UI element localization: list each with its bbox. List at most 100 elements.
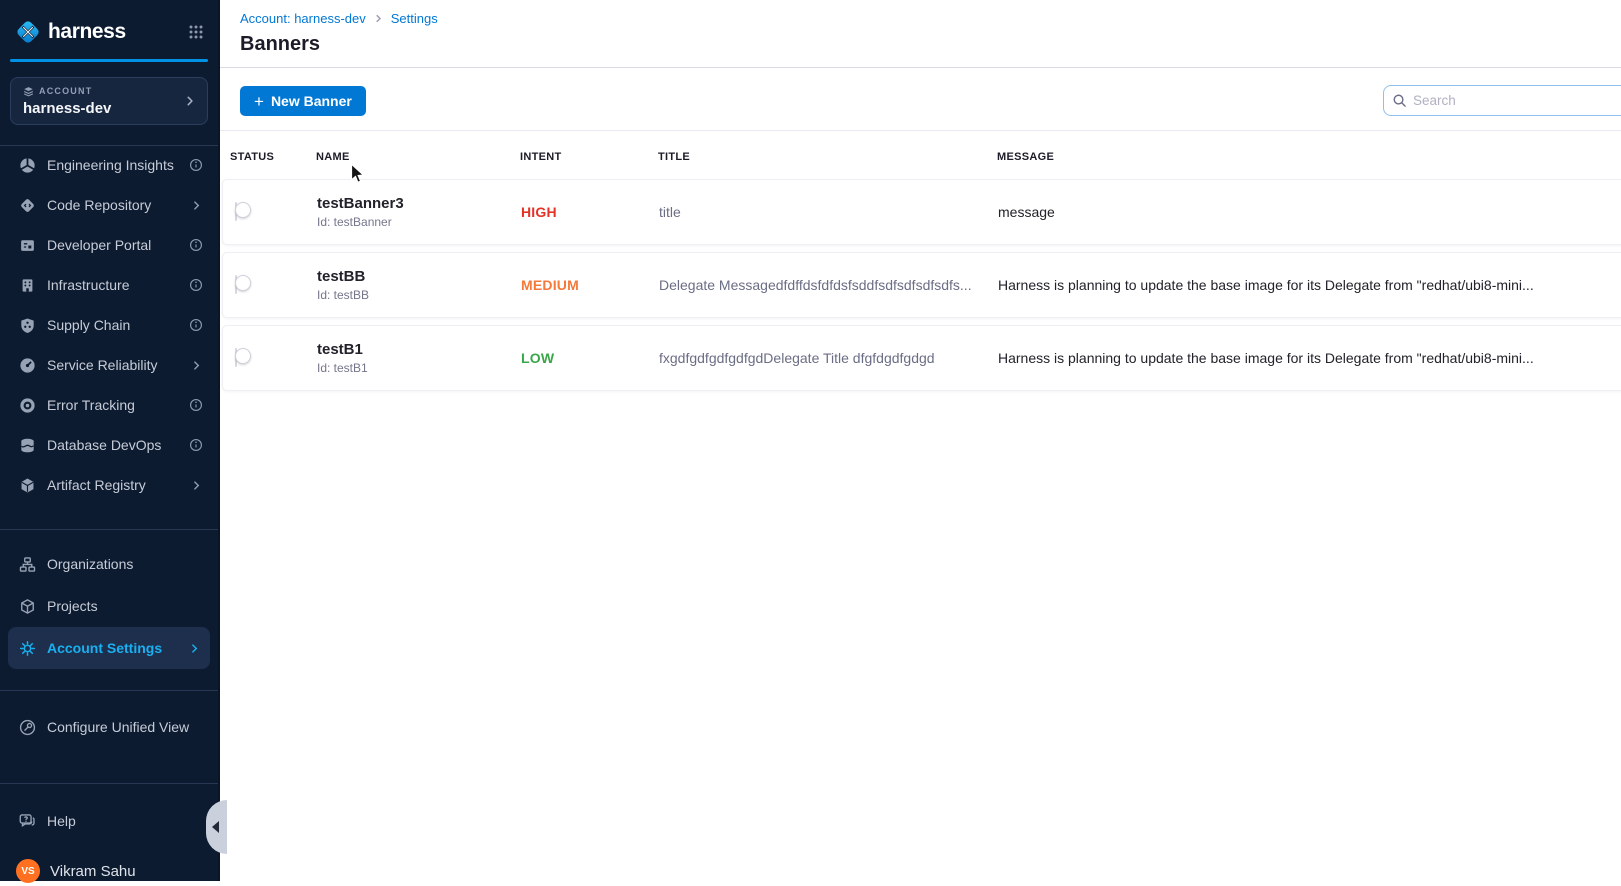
sidebar-item-account-settings[interactable]: Account Settings [8,627,210,669]
info-icon[interactable] [188,277,204,293]
app-launcher-grid-icon[interactable] [188,24,204,40]
banner-message: message [998,204,1621,220]
hexagon-box-icon [18,476,36,494]
sidebar-item-engineering-insights[interactable]: Engineering Insights [0,145,218,185]
chevron-right-icon [188,477,204,493]
chevron-right-icon [183,94,197,108]
banner-title: fxgdfgdfgdfgdfgdDelegate Title dfgfdgdfg… [659,350,998,366]
shield-nodes-icon [18,316,36,334]
plus-icon: + [254,93,264,110]
target-icon [18,396,36,414]
module-nav: Engineering Insights Code Repository Dev… [0,145,218,505]
wrench-circle-icon [18,718,36,736]
logo-accent-underline [10,59,208,62]
account-name: harness-dev [23,100,183,117]
banner-id: Id: testB1 [317,361,521,375]
harness-logo-icon[interactable] [15,19,41,45]
code-diamond-icon [18,196,36,214]
building-icon [18,276,36,294]
breadcrumb-account-link[interactable]: Account: harness-dev [240,11,366,26]
banner-message: Harness is planning to update the base i… [998,350,1621,366]
info-icon[interactable] [188,157,204,173]
banner-name: testB1 [317,341,521,358]
sidebar-item-artifact-registry[interactable]: Artifact Registry [0,465,218,505]
database-icon [18,436,36,454]
main-content: Account: harness-dev Settings Banners + … [220,0,1621,881]
help-chat-icon [18,812,36,830]
sidebar-item-infrastructure[interactable]: Infrastructure [0,265,218,305]
toolbar-divider [220,130,1621,131]
intent-badge: LOW [521,350,659,366]
sidebar-item-projects[interactable]: Projects [0,585,218,627]
banner-id: Id: testBB [317,288,521,302]
info-icon[interactable] [188,317,204,333]
search-input[interactable] [1413,93,1621,108]
table-row[interactable]: testB1 Id: testB1 LOW fxgdfgdfgdfgdfgdDe… [222,325,1621,391]
info-icon[interactable] [188,397,204,413]
breadcrumb: Account: harness-dev Settings [240,11,438,26]
collapse-left-arrow-icon [212,821,219,833]
breadcrumb-settings-link[interactable]: Settings [391,11,438,26]
user-profile-row[interactable]: VS Vikram Sahu [16,856,208,886]
status-toggle[interactable] [235,202,237,221]
chevron-right-icon [188,197,204,213]
sidebar-item-supply-chain[interactable]: Supply Chain [0,305,218,345]
sidebar-item-database-devops[interactable]: Database DevOps [0,425,218,465]
sidebar-item-help[interactable]: Help [0,800,218,842]
intent-badge: MEDIUM [521,277,659,293]
sidebar-item-organizations[interactable]: Organizations [0,543,218,585]
table-header: STATUS NAME INTENT TITLE MESSAGE [230,146,1621,168]
column-header-title: TITLE [658,151,997,163]
cube-icon [18,597,36,615]
chevron-right-icon [188,357,204,373]
banner-title: Delegate Messagedfdffdsfdfdsfsddfsdfsdfs… [659,277,998,293]
sidebar: harness ACCOUNT harness-dev [0,0,220,881]
layers-icon [23,86,34,97]
info-icon[interactable] [188,437,204,453]
status-toggle[interactable] [235,348,237,367]
portal-window-icon [18,236,36,254]
sidebar-item-service-reliability[interactable]: Service Reliability [0,345,218,385]
brand-name: harness [48,20,126,44]
search-box [1383,85,1621,116]
info-icon[interactable] [188,237,204,253]
header-divider [220,67,1621,68]
gear-icon [18,639,36,657]
banner-name: testBB [317,268,521,285]
table-row[interactable]: testBB Id: testBB MEDIUM Delegate Messag… [222,252,1621,318]
column-header-message: MESSAGE [997,151,1621,163]
org-chart-icon [18,555,36,573]
sidebar-item-error-tracking[interactable]: Error Tracking [0,385,218,425]
sidebar-divider [0,690,218,691]
sidebar-divider [0,529,218,530]
turbine-icon [18,156,36,174]
tools-nav: Configure Unified View [0,706,218,748]
user-avatar: VS [16,859,40,883]
banner-title: title [659,204,998,220]
banner-table: testBanner3 Id: testBanner HIGH title me… [222,179,1621,398]
account-selector-card[interactable]: ACCOUNT harness-dev [10,77,208,125]
page-title: Banners [240,33,320,56]
footer-nav: Help [0,800,218,842]
sidebar-item-developer-portal[interactable]: Developer Portal [0,225,218,265]
sidebar-item-code-repository[interactable]: Code Repository [0,185,218,225]
account-label: ACCOUNT [39,86,92,96]
sidebar-footer-divider [0,783,218,784]
user-name: Vikram Sahu [50,863,136,880]
search-icon [1392,93,1407,108]
column-header-intent: INTENT [520,151,658,163]
new-banner-button[interactable]: + New Banner [240,86,366,116]
column-header-name: NAME [316,151,520,163]
banner-id: Id: testBanner [317,215,521,229]
banner-message: Harness is planning to update the base i… [998,277,1621,293]
gauge-icon [18,356,36,374]
intent-badge: HIGH [521,204,659,220]
status-toggle[interactable] [235,275,237,294]
secondary-nav: Organizations Projects Account Settings [0,543,218,669]
banner-name: testBanner3 [317,195,521,212]
breadcrumb-separator-icon [373,13,384,24]
column-header-status: STATUS [230,151,316,163]
sidebar-item-configure-unified-view[interactable]: Configure Unified View [0,706,218,748]
chevron-right-icon [186,640,202,656]
table-row[interactable]: testBanner3 Id: testBanner HIGH title me… [222,179,1621,245]
